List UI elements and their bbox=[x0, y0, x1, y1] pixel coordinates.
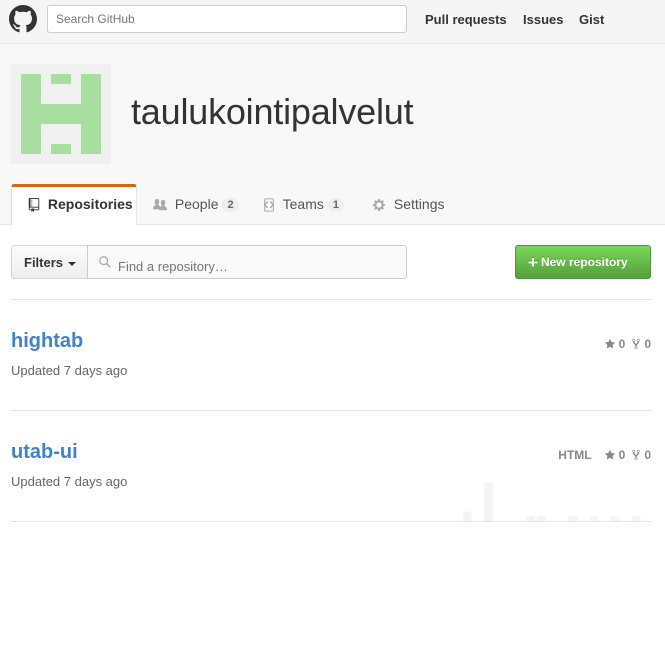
people-icon bbox=[153, 199, 167, 211]
teams-count-badge: 1 bbox=[327, 198, 344, 213]
filters-label: Filters bbox=[24, 255, 64, 270]
new-repository-button[interactable]: + New repository bbox=[515, 245, 651, 279]
tab-settings-label: Settings bbox=[393, 196, 445, 212]
new-repository-label: New repository bbox=[540, 255, 628, 269]
caret-down-icon bbox=[68, 261, 77, 266]
search-input[interactable] bbox=[47, 5, 407, 33]
repo-updated-time: Updated 7 days ago bbox=[11, 474, 128, 489]
tab-teams-label: Teams bbox=[282, 196, 324, 212]
repo-book-icon bbox=[28, 198, 40, 213]
people-count-badge: 2 bbox=[222, 198, 239, 213]
org-header: taulukointipalvelut Repositories People 2… bbox=[0, 44, 665, 226]
repo-stars[interactable]: 0 bbox=[604, 448, 626, 462]
gear-icon bbox=[372, 199, 386, 212]
filters-dropdown[interactable]: Filters bbox=[11, 245, 88, 279]
tab-people-label: People bbox=[174, 196, 219, 212]
tab-people[interactable]: People 2 bbox=[153, 184, 239, 225]
star-icon bbox=[604, 449, 615, 460]
list-divider bbox=[11, 521, 652, 522]
list-divider bbox=[11, 299, 652, 300]
activity-bar bbox=[484, 483, 493, 521]
nav-issues[interactable]: Issues bbox=[523, 12, 563, 27]
teams-icon bbox=[263, 198, 275, 212]
nav-pull-requests[interactable]: Pull requests bbox=[425, 12, 507, 27]
tab-repositories[interactable]: Repositories bbox=[11, 184, 137, 226]
nav-gist[interactable]: Gist bbox=[579, 12, 604, 27]
activity-bar bbox=[463, 511, 472, 521]
find-repository-input[interactable] bbox=[87, 245, 407, 279]
fork-count: 0 bbox=[644, 337, 651, 351]
repo-link-utab-ui[interactable]: utab-ui bbox=[11, 441, 78, 464]
fork-count: 0 bbox=[644, 448, 651, 462]
repo-language: HTML bbox=[558, 448, 592, 462]
search-icon bbox=[99, 256, 111, 268]
star-icon bbox=[604, 338, 615, 349]
repo-updated-time: Updated 7 days ago bbox=[11, 363, 128, 378]
repo-forks[interactable]: 0 bbox=[631, 448, 651, 462]
tab-repositories-label: Repositories bbox=[47, 196, 133, 212]
repo-stats: HTML 0 0 bbox=[558, 448, 651, 462]
tab-teams[interactable]: Teams 1 bbox=[263, 184, 344, 225]
repo-stats: 0 0 bbox=[604, 337, 651, 351]
plus-icon: + bbox=[528, 253, 538, 272]
repo-stars[interactable]: 0 bbox=[604, 337, 626, 351]
star-count: 0 bbox=[618, 337, 626, 351]
repo-link-hightab[interactable]: hightab bbox=[11, 330, 83, 353]
star-count: 0 bbox=[618, 448, 626, 462]
org-avatar bbox=[11, 64, 111, 164]
github-logo-icon[interactable] bbox=[9, 5, 37, 33]
fork-icon bbox=[632, 338, 641, 350]
list-divider bbox=[11, 410, 652, 411]
repo-forks[interactable]: 0 bbox=[631, 337, 651, 351]
fork-icon bbox=[632, 449, 641, 461]
top-header: Pull requests Issues Gist bbox=[0, 0, 665, 44]
tab-settings[interactable]: Settings bbox=[372, 184, 444, 225]
activity-sparkline bbox=[463, 483, 641, 521]
org-name: taulukointipalvelut bbox=[131, 91, 414, 132]
